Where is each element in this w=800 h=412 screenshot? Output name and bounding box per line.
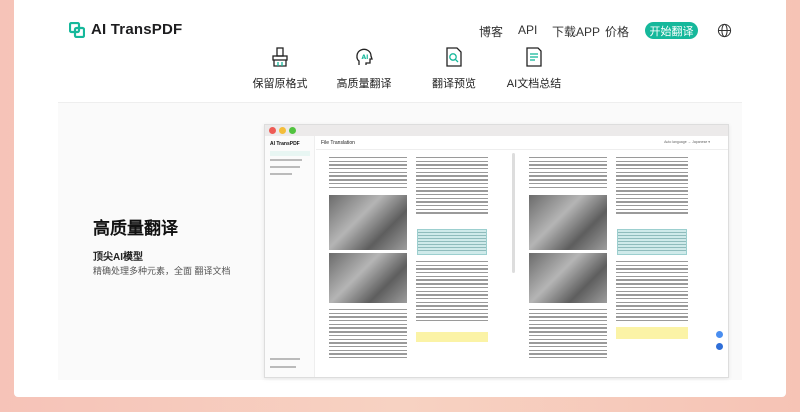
feature-label: 高质量翻译 [336,78,392,90]
feature-tab-ai-summary[interactable]: AI文档总结 [494,46,574,91]
start-translate-button[interactable]: 开始翻译 [645,22,698,39]
ai-head-icon: AI [356,48,373,65]
feature-label: 保留原格式 [252,78,308,90]
doc-highlight [616,327,688,339]
hero-description: 精确处理多种元素，全面 翻译文档 [93,266,231,276]
translated-page [527,157,695,377]
doc-text-col [616,157,688,216]
app-preview-window: AI TransPDF File Translation Auto langua… [264,124,729,378]
preview-toolbar: File Translation Auto language → Japanes… [316,136,728,150]
search-doc-icon [446,47,462,67]
brush-icon [272,47,288,67]
summary-doc-icon [526,47,542,67]
svg-text:AI: AI [362,54,369,61]
nav-link-blog[interactable]: 博客 [479,23,503,40]
doc-figure [329,253,407,303]
preview-scrollbar[interactable] [512,153,515,273]
doc-text-col [616,261,688,324]
maximize-dot-icon [289,127,296,134]
close-dot-icon [269,127,276,134]
logo-icon [69,21,85,38]
chat-float-icon[interactable] [716,331,723,338]
original-page [327,157,495,377]
preview-language-select: Auto language → Japanese ▾ [664,140,710,144]
hero-title: 高质量翻译 [93,219,178,238]
nav-link-download-app[interactable]: 下载APP [552,23,600,40]
preview-sidebar: AI TransPDF [265,136,315,377]
doc-text-col [416,157,488,216]
doc-text-col [329,157,407,190]
feature-label: AI文档总结 [506,78,562,90]
feature-tab-preview[interactable]: 翻译预览 [414,46,494,91]
globe-icon[interactable] [717,23,732,38]
doc-table [617,229,687,255]
preview-app-name: AI TransPDF [270,141,300,147]
logo[interactable]: AI TransPDF [69,21,182,38]
doc-figure [529,253,607,303]
doc-figure [329,195,407,250]
feature-label: 翻译预览 [432,78,476,90]
doc-table [417,229,487,255]
sidebar-item [270,173,292,175]
doc-figure [529,195,607,250]
hero-subtitle: 顶尖AI模型 [93,252,143,263]
brand-name: AI TransPDF [91,21,183,38]
doc-highlight [416,332,488,342]
sidebar-item [270,159,302,161]
minimize-dot-icon [279,127,286,134]
help-float-icon[interactable] [716,343,723,350]
doc-text-col [529,157,607,190]
sidebar-item [270,166,300,168]
preview-toolbar-title: File Translation [321,140,355,146]
sidebar-item-active [270,151,310,156]
page-frame: AI TransPDF 博客 API 下载APP 价格 开始翻译 保留原格式 A… [14,0,786,397]
doc-text-col [329,309,407,361]
feature-tab-high-quality[interactable]: AI 高质量翻译 [324,46,404,91]
nav-link-pricing[interactable]: 价格 [605,23,629,40]
window-titlebar [265,125,728,136]
feature-tab-preserve-format[interactable]: 保留原格式 [240,46,320,91]
doc-text-col [416,261,488,324]
sidebar-item [270,366,296,368]
nav-link-api[interactable]: API [518,23,537,37]
sidebar-item [270,358,300,360]
doc-text-col [529,309,607,361]
